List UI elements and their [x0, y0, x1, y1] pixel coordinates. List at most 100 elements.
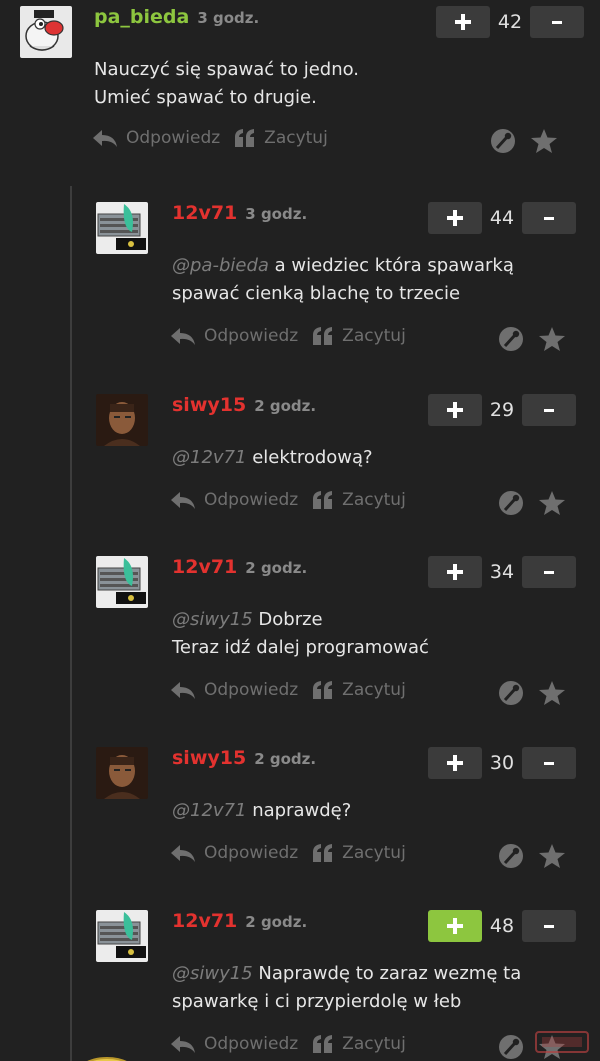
wrench-icon[interactable] — [498, 490, 524, 516]
upvote-button[interactable] — [428, 394, 482, 426]
vote-score: 48 — [489, 915, 515, 937]
vote-score: 34 — [489, 561, 515, 583]
quote-button[interactable]: Zacytuj — [234, 128, 328, 148]
author-name[interactable]: 12v71 — [172, 202, 237, 224]
downvote-button[interactable] — [522, 394, 576, 426]
comment-author[interactable]: 12v71 2 godz. — [172, 910, 307, 932]
reply-arrow-icon — [93, 130, 117, 147]
upvote-button[interactable] — [436, 6, 490, 38]
plus-icon — [447, 564, 463, 580]
comment-time: 2 godz. — [245, 559, 308, 577]
vote-box: 48 — [428, 910, 576, 942]
wrench-icon[interactable] — [498, 326, 524, 352]
comment-author[interactable]: siwy15 2 godz. — [172, 394, 316, 416]
star-icon[interactable] — [530, 128, 558, 154]
reply-button[interactable]: Odpowiedz — [170, 680, 298, 700]
downvote-button[interactable] — [522, 202, 576, 234]
avatar[interactable] — [96, 910, 148, 962]
minus-icon — [541, 210, 557, 226]
avatar[interactable] — [20, 6, 72, 58]
quote-button[interactable]: Zacytuj — [312, 490, 406, 510]
author-name[interactable]: pa_bieda — [94, 6, 189, 28]
quote-button[interactable]: Zacytuj — [312, 680, 406, 700]
mention-link[interactable]: @pa-bieda — [172, 255, 269, 276]
quote-label: Zacytuj — [342, 1034, 406, 1054]
minus-icon — [541, 918, 557, 934]
author-name[interactable]: siwy15 — [172, 394, 246, 416]
comment-text: @12v71 naprawdę? — [172, 797, 351, 825]
star-icon[interactable] — [538, 490, 566, 516]
quote-button[interactable]: Zacytuj — [312, 1034, 406, 1054]
minus-icon — [549, 14, 565, 30]
comment-text: @12v71 elektrodową? — [172, 444, 373, 472]
avatar[interactable] — [96, 556, 148, 608]
reply-arrow-icon — [171, 682, 195, 699]
mention-link[interactable]: @siwy15 — [172, 963, 253, 984]
downvote-button[interactable] — [522, 910, 576, 942]
vote-box: 42 — [436, 6, 584, 38]
quote-label: Zacytuj — [342, 490, 406, 510]
upvote-button[interactable] — [428, 556, 482, 588]
quote-label: Zacytuj — [342, 680, 406, 700]
star-icon[interactable] — [538, 680, 566, 706]
comment-actions: Odpowiedz Zacytuj — [92, 128, 342, 148]
comment-actions: Odpowiedz Zacytuj — [170, 1034, 420, 1054]
comment-text: @pa-bieda a wiedziec która spawarką spaw… — [172, 252, 514, 308]
reply-button[interactable]: Odpowiedz — [170, 1034, 298, 1054]
avatar[interactable] — [96, 394, 148, 446]
avatar[interactable] — [96, 202, 148, 254]
mention-link[interactable]: @12v71 — [172, 800, 246, 821]
avatar[interactable] — [96, 747, 148, 799]
upvote-button[interactable] — [428, 747, 482, 779]
minus-icon — [541, 755, 557, 771]
medal-badge-icon — [87, 1057, 127, 1061]
quote-button[interactable]: Zacytuj — [312, 843, 406, 863]
comment-actions: Odpowiedz Zacytuj — [170, 326, 420, 346]
comment-time: 2 godz. — [254, 750, 317, 768]
reply-button[interactable]: Odpowiedz — [170, 326, 298, 346]
comment-line: spawarkę i ci przypierdolę w łeb — [172, 991, 462, 1012]
vote-box: 29 — [428, 394, 576, 426]
wrench-icon[interactable] — [490, 128, 516, 154]
reply-label: Odpowiedz — [204, 680, 299, 700]
comment-author[interactable]: siwy15 2 godz. — [172, 747, 316, 769]
wrench-icon[interactable] — [498, 680, 524, 706]
downvote-button[interactable] — [530, 6, 584, 38]
star-icon[interactable] — [538, 326, 566, 352]
vote-box: 34 — [428, 556, 576, 588]
reply-button[interactable]: Odpowiedz — [170, 843, 298, 863]
comment-line: @12v71 naprawdę? — [172, 800, 352, 821]
site-watermark-logo — [535, 1031, 589, 1053]
plus-icon — [447, 210, 463, 226]
quote-icon — [313, 327, 333, 345]
upvote-button-active[interactable] — [428, 910, 482, 942]
wrench-icon[interactable] — [498, 843, 524, 869]
author-name[interactable]: siwy15 — [172, 747, 246, 769]
mention-link[interactable]: @siwy15 — [172, 609, 253, 630]
author-name[interactable]: 12v71 — [172, 910, 237, 932]
comment-text: Nauczyć się spawać to jedno. Umieć spawa… — [94, 56, 359, 112]
quote-icon — [313, 844, 333, 862]
comment-time: 3 godz. — [197, 9, 260, 27]
comment-line: @siwy15 Naprawdę to zaraz wezmę ta — [172, 963, 522, 984]
downvote-button[interactable] — [522, 747, 576, 779]
reply-arrow-icon — [171, 1036, 195, 1053]
upvote-button[interactable] — [428, 202, 482, 234]
wrench-icon[interactable] — [498, 1034, 524, 1060]
comment-text: @siwy15 Naprawdę to zaraz wezmę ta spawa… — [172, 960, 521, 1016]
reply-label: Odpowiedz — [204, 490, 299, 510]
mention-link[interactable]: @12v71 — [172, 447, 246, 468]
author-name[interactable]: 12v71 — [172, 556, 237, 578]
reply-button[interactable]: Odpowiedz — [170, 490, 298, 510]
comment-time: 2 godz. — [254, 397, 317, 415]
quote-icon — [235, 129, 255, 147]
comment-author[interactable]: 12v71 3 godz. — [172, 202, 307, 224]
comment-author[interactable]: pa_bieda 3 godz. — [94, 6, 259, 28]
downvote-button[interactable] — [522, 556, 576, 588]
star-icon[interactable] — [538, 843, 566, 869]
quote-button[interactable]: Zacytuj — [312, 326, 406, 346]
reply-arrow-icon — [171, 492, 195, 509]
vote-score: 29 — [489, 399, 515, 421]
comment-author[interactable]: 12v71 2 godz. — [172, 556, 307, 578]
reply-button[interactable]: Odpowiedz — [92, 128, 220, 148]
